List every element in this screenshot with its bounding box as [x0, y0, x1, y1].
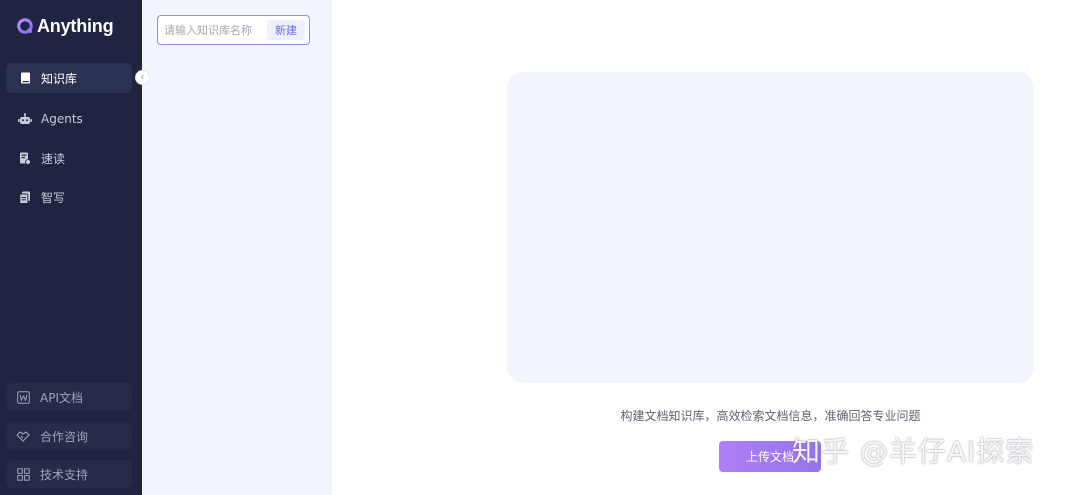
cooperation-link[interactable]: 合作咨询 [6, 422, 132, 450]
app-root: Anything 知识库 Agents 速读 智写 API文档 合作咨询 技术支… [0, 0, 1080, 495]
copy-doc-icon [18, 190, 32, 204]
sidebar-item-label: Agents [41, 112, 83, 126]
word-doc-icon [16, 390, 30, 404]
logo-icon [17, 18, 33, 34]
sidebar-item-knowledge-base[interactable]: 知识库 [6, 63, 132, 93]
new-knowledge-base-button[interactable]: 新建 [267, 20, 305, 40]
sidebar-item-label: 知识库 [41, 71, 78, 86]
knowledge-base-panel: 新建 [142, 0, 332, 495]
api-docs-label: API文档 [40, 390, 83, 405]
robot-icon [18, 112, 32, 126]
main-content: 构建文档知识库，高效检索文档信息，准确回答专业问题 上传文档 知乎 @羊仔AI探… [332, 0, 1080, 495]
sidebar-item-label: 速读 [41, 151, 66, 166]
upload-document-button[interactable]: 上传文档 [719, 441, 821, 472]
watermark: 知乎 @羊仔AI探索 [792, 435, 1035, 468]
sidebar-item-smart-write[interactable]: 智写 [6, 182, 132, 212]
grid-icon [16, 467, 30, 481]
cooperation-label: 合作咨询 [40, 429, 89, 444]
api-docs-link[interactable]: API文档 [6, 383, 132, 411]
tech-support-label: 技术支持 [40, 467, 89, 482]
empty-state-description: 构建文档知识库，高效检索文档信息，准确回答专业问题 [620, 409, 921, 423]
speed-read-icon [18, 151, 32, 165]
handshake-icon [16, 429, 30, 443]
sidebar-item-speed-read[interactable]: 速读 [6, 143, 132, 173]
knowledge-base-name-input[interactable] [164, 23, 256, 37]
book-icon [18, 71, 32, 85]
sidebar-item-label: 智写 [41, 190, 66, 205]
brand-logo[interactable]: Anything [16, 14, 114, 38]
brand-name: Anything [37, 15, 114, 36]
empty-state-illustration [507, 72, 1034, 383]
knowledge-base-create-bar: 新建 [157, 15, 310, 45]
sidebar-item-agents[interactable]: Agents [6, 104, 132, 134]
tech-support-link[interactable]: 技术支持 [6, 460, 132, 488]
chevron-left-icon: ‹ [140, 72, 145, 83]
sidebar: Anything 知识库 Agents 速读 智写 API文档 合作咨询 技术支… [0, 0, 142, 495]
collapse-sidebar-button[interactable]: ‹ [135, 70, 150, 85]
